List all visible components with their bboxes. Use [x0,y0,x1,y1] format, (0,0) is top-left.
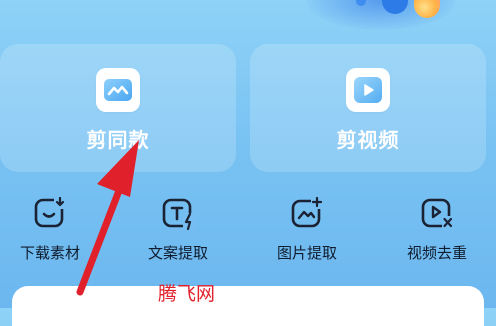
annotation-arrow [76,140,139,296]
watermark: 腾飞网 [158,283,216,305]
